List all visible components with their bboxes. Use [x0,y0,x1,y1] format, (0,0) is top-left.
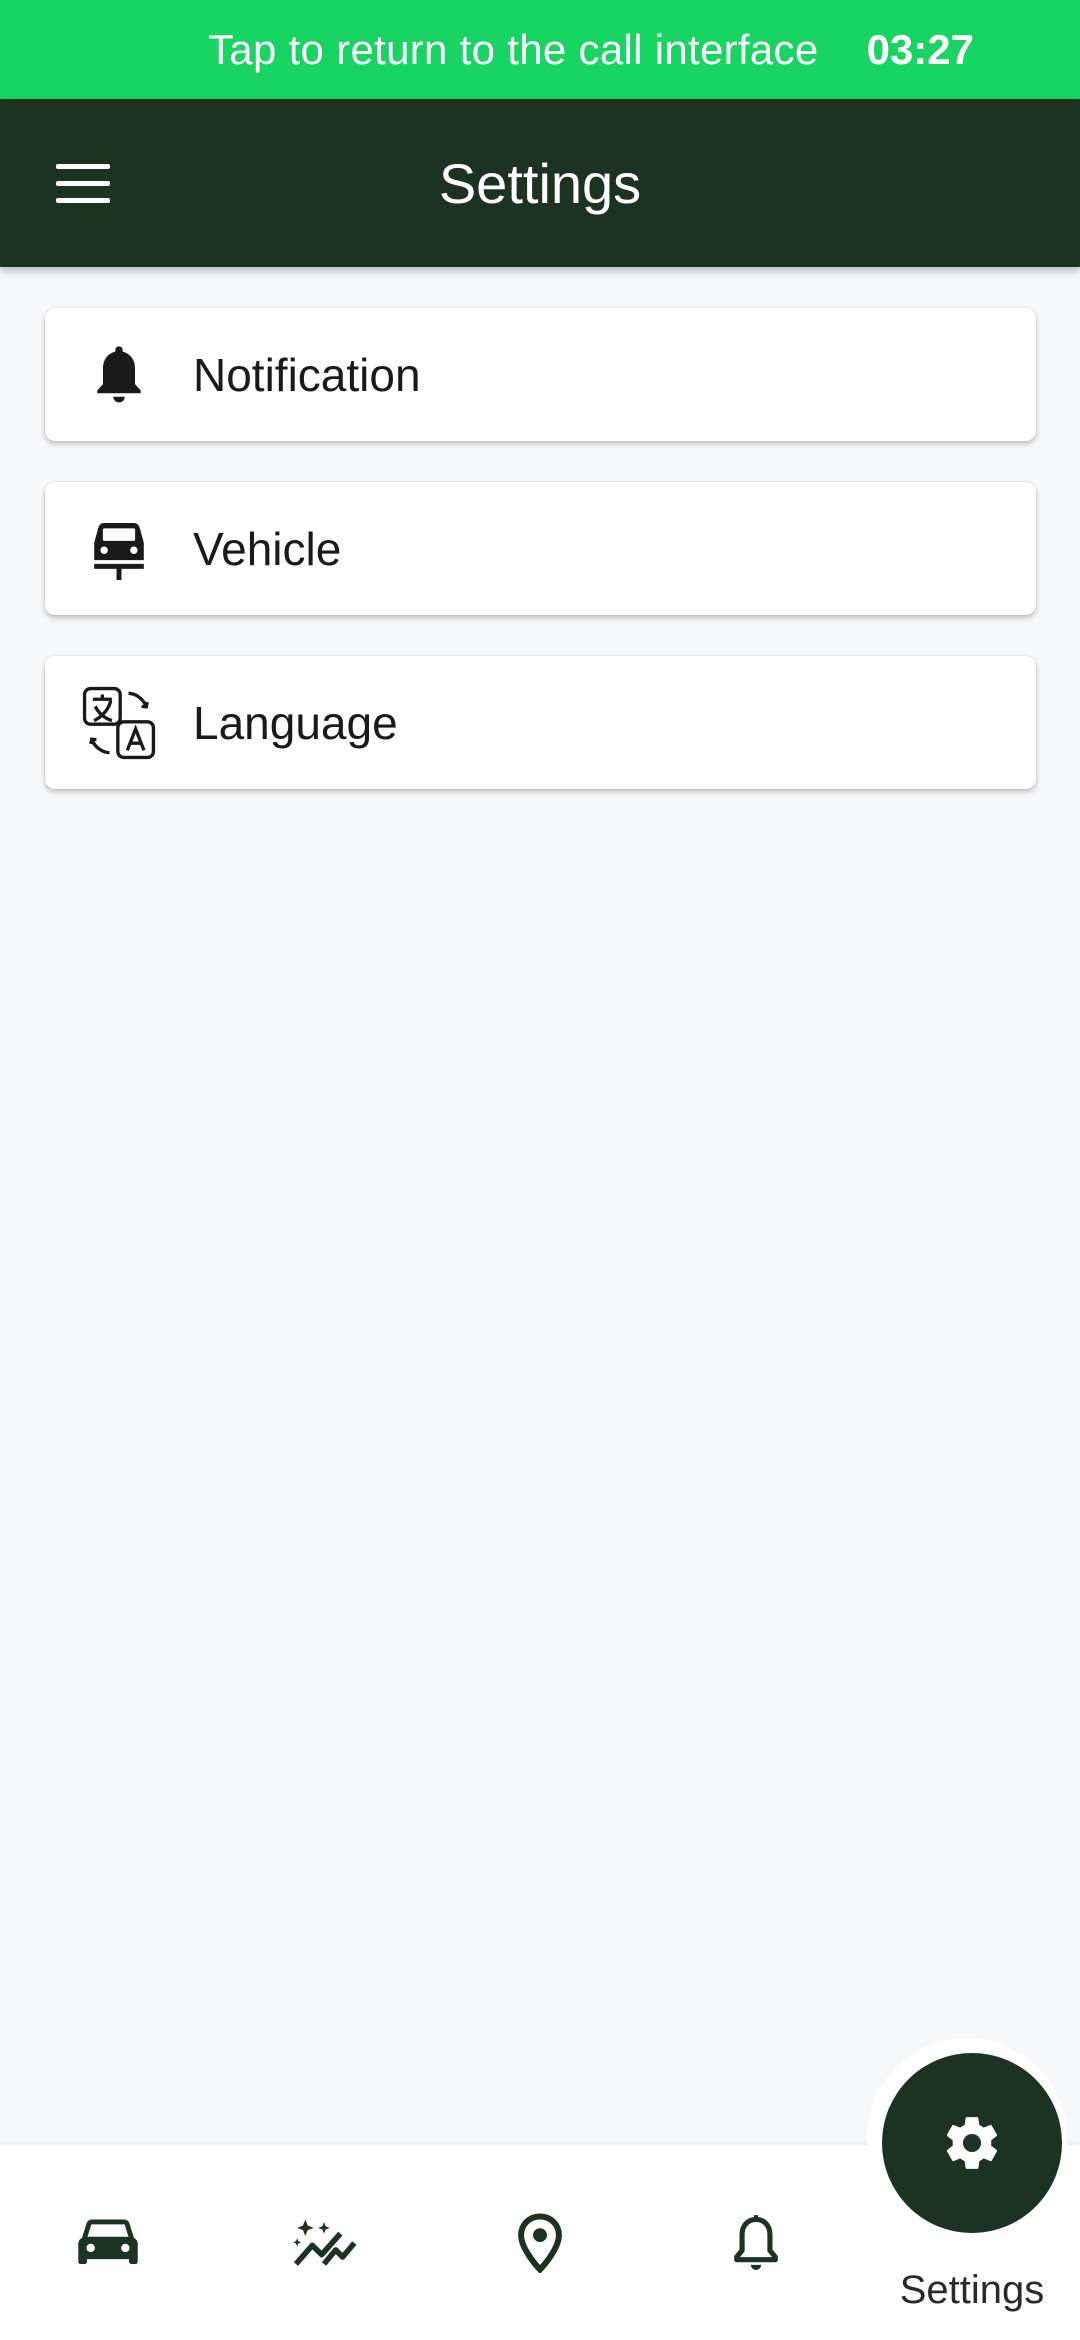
return-to-call-text: Tap to return to the call interface [208,25,819,73]
settings-item-vehicle[interactable]: Vehicle [45,482,1036,615]
call-duration: 03:27 [866,25,974,73]
translate-icon [45,656,193,789]
nav-item-settings[interactable] [882,2053,1062,2233]
gear-icon [946,2117,998,2169]
return-to-call-banner[interactable]: Tap to return to the call interface 03:2… [0,0,1080,99]
location-pin-icon [518,2212,562,2273]
settings-list: Notification Vehicle Language [45,308,1036,830]
nav-item-location[interactable] [432,2145,648,2340]
analytics-sparkle-icon [293,2219,357,2266]
settings-item-notification[interactable]: Notification [45,308,1036,441]
settings-item-label: Notification [193,348,421,401]
nav-item-settings-label: Settings [899,2268,1045,2312]
bell-icon [45,308,193,441]
nav-item-notifications[interactable] [648,2145,864,2340]
app-bar: Settings [0,99,1080,267]
settings-item-language[interactable]: Language [45,656,1036,789]
nav-item-analytics[interactable] [216,2145,432,2340]
nav-item-vehicles[interactable] [0,2145,216,2340]
bell-icon [734,2214,778,2270]
settings-item-label: Vehicle [193,522,342,575]
vehicle-icon [45,482,193,615]
page-title: Settings [438,151,642,215]
car-icon [78,2218,138,2264]
settings-item-label: Language [193,696,398,749]
